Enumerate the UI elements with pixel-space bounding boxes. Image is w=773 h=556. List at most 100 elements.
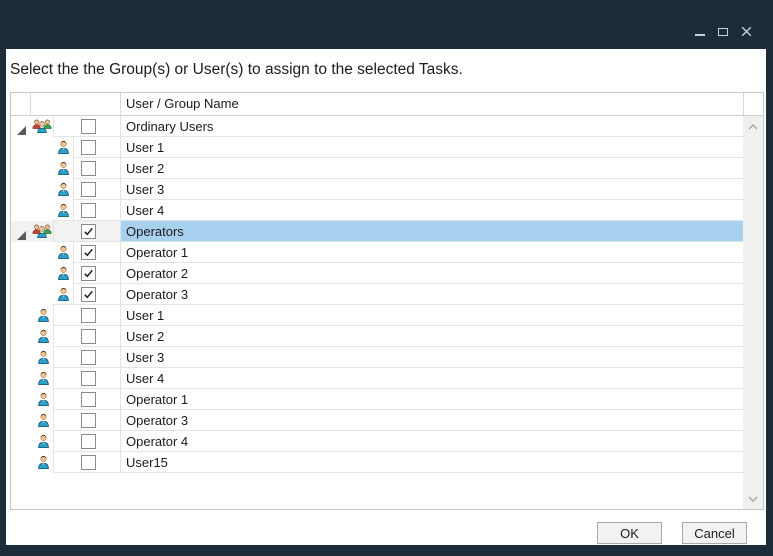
row-checkbox[interactable]: [81, 350, 96, 365]
window-controls: [693, 25, 753, 38]
row-checkbox[interactable]: [81, 455, 96, 470]
row-checkbox[interactable]: [81, 245, 96, 260]
row-checkbox[interactable]: [81, 371, 96, 386]
row-label: Operator 2: [121, 263, 743, 284]
row-checkbox[interactable]: [81, 308, 96, 323]
row-checkbox[interactable]: [81, 329, 96, 344]
row-label: User 3: [121, 347, 743, 368]
table-row[interactable]: Operator 1: [11, 389, 743, 410]
column-header-user-group-name[interactable]: User / Group Name: [126, 93, 239, 115]
row-label: User 3: [121, 179, 743, 200]
table-row[interactable]: Ordinary Users: [11, 116, 743, 137]
row-checkbox[interactable]: [81, 224, 96, 239]
user-icon: [57, 203, 70, 217]
row-checkbox[interactable]: [81, 392, 96, 407]
minimize-icon: [695, 34, 705, 36]
grid-line: [53, 116, 54, 137]
table-row[interactable]: Operator 1: [11, 242, 743, 263]
grid-line: [73, 179, 74, 200]
close-button[interactable]: [739, 25, 753, 38]
dialog-body: Select the the Group(s) or User(s) to as…: [6, 49, 766, 545]
row-label: Ordinary Users: [121, 116, 743, 137]
grid-line: [53, 221, 54, 242]
row-checkbox[interactable]: [81, 119, 96, 134]
user-icon: [37, 308, 50, 322]
instruction-text: Select the the Group(s) or User(s) to as…: [10, 61, 463, 79]
table-row[interactable]: User 4: [11, 200, 743, 221]
user-icon: [37, 350, 50, 364]
table-row[interactable]: User 4: [11, 368, 743, 389]
table-row[interactable]: Operator 3: [11, 284, 743, 305]
users-group-icon: [32, 224, 52, 238]
row-checkbox[interactable]: [81, 287, 96, 302]
table-row[interactable]: Operators: [11, 221, 743, 242]
minimize-button[interactable]: [693, 25, 707, 38]
grid-line: [53, 347, 54, 368]
grid-line: [53, 305, 54, 326]
user-icon: [57, 161, 70, 175]
cancel-button[interactable]: Cancel: [682, 522, 747, 544]
close-icon: [741, 26, 752, 37]
row-checkbox[interactable]: [81, 182, 96, 197]
user-icon: [57, 287, 70, 301]
grid-line: [53, 472, 743, 473]
grid-line: [30, 93, 31, 115]
row-checkbox[interactable]: [81, 413, 96, 428]
scroll-down-button[interactable]: [743, 490, 763, 507]
table-row[interactable]: Operator 3: [11, 410, 743, 431]
vertical-scrollbar[interactable]: [743, 116, 763, 509]
row-label: User 4: [121, 200, 743, 221]
grid-line: [53, 410, 54, 431]
grid-line: [53, 389, 54, 410]
table-row[interactable]: Operator 2: [11, 263, 743, 284]
grid-line: [120, 93, 121, 115]
row-label: User 1: [121, 305, 743, 326]
user-icon: [57, 140, 70, 154]
table-row[interactable]: User 1: [11, 305, 743, 326]
table-row[interactable]: User15: [11, 452, 743, 473]
user-icon: [37, 434, 50, 448]
row-checkbox[interactable]: [81, 203, 96, 218]
row-checkbox[interactable]: [81, 266, 96, 281]
row-label: User 2: [121, 158, 743, 179]
table-row[interactable]: Operator 4: [11, 431, 743, 452]
user-icon: [37, 392, 50, 406]
dialog-window: Select the the Group(s) or User(s) to as…: [0, 0, 773, 556]
table-row[interactable]: User 2: [11, 158, 743, 179]
row-label: Operator 1: [121, 242, 743, 263]
maximize-icon: [718, 28, 728, 36]
title-bar[interactable]: [0, 0, 773, 49]
row-checkbox[interactable]: [81, 140, 96, 155]
dialog-button-bar: OK Cancel: [597, 522, 747, 544]
row-label: User15: [121, 452, 743, 473]
tree-expander-icon[interactable]: [17, 122, 26, 131]
scroll-down-icon: [748, 496, 758, 502]
row-label: User 1: [121, 137, 743, 158]
row-checkbox[interactable]: [81, 161, 96, 176]
table-row[interactable]: User 2: [11, 326, 743, 347]
user-icon: [37, 329, 50, 343]
grid-line: [73, 284, 74, 305]
scroll-up-button[interactable]: [743, 118, 763, 135]
grid-line: [53, 431, 54, 452]
maximize-button[interactable]: [716, 25, 730, 38]
row-label: Operator 3: [121, 284, 743, 305]
user-icon: [37, 371, 50, 385]
ok-button[interactable]: OK: [597, 522, 662, 544]
row-label: User 2: [121, 326, 743, 347]
table-body: Ordinary UsersUser 1User 2User 3User 4Op…: [11, 116, 743, 509]
grid-line: [73, 137, 74, 158]
table-row[interactable]: User 3: [11, 179, 743, 200]
table-row[interactable]: User 1: [11, 137, 743, 158]
grid-line: [73, 242, 74, 263]
user-icon: [37, 455, 50, 469]
row-label: Operator 4: [121, 431, 743, 452]
row-label: Operator 3: [121, 410, 743, 431]
grid-line: [53, 326, 54, 347]
tree-expander-icon[interactable]: [17, 227, 26, 236]
row-checkbox[interactable]: [81, 434, 96, 449]
user-icon: [57, 182, 70, 196]
table-row[interactable]: User 3: [11, 347, 743, 368]
grid-line: [743, 93, 744, 115]
table-header: User / Group Name: [11, 93, 763, 116]
